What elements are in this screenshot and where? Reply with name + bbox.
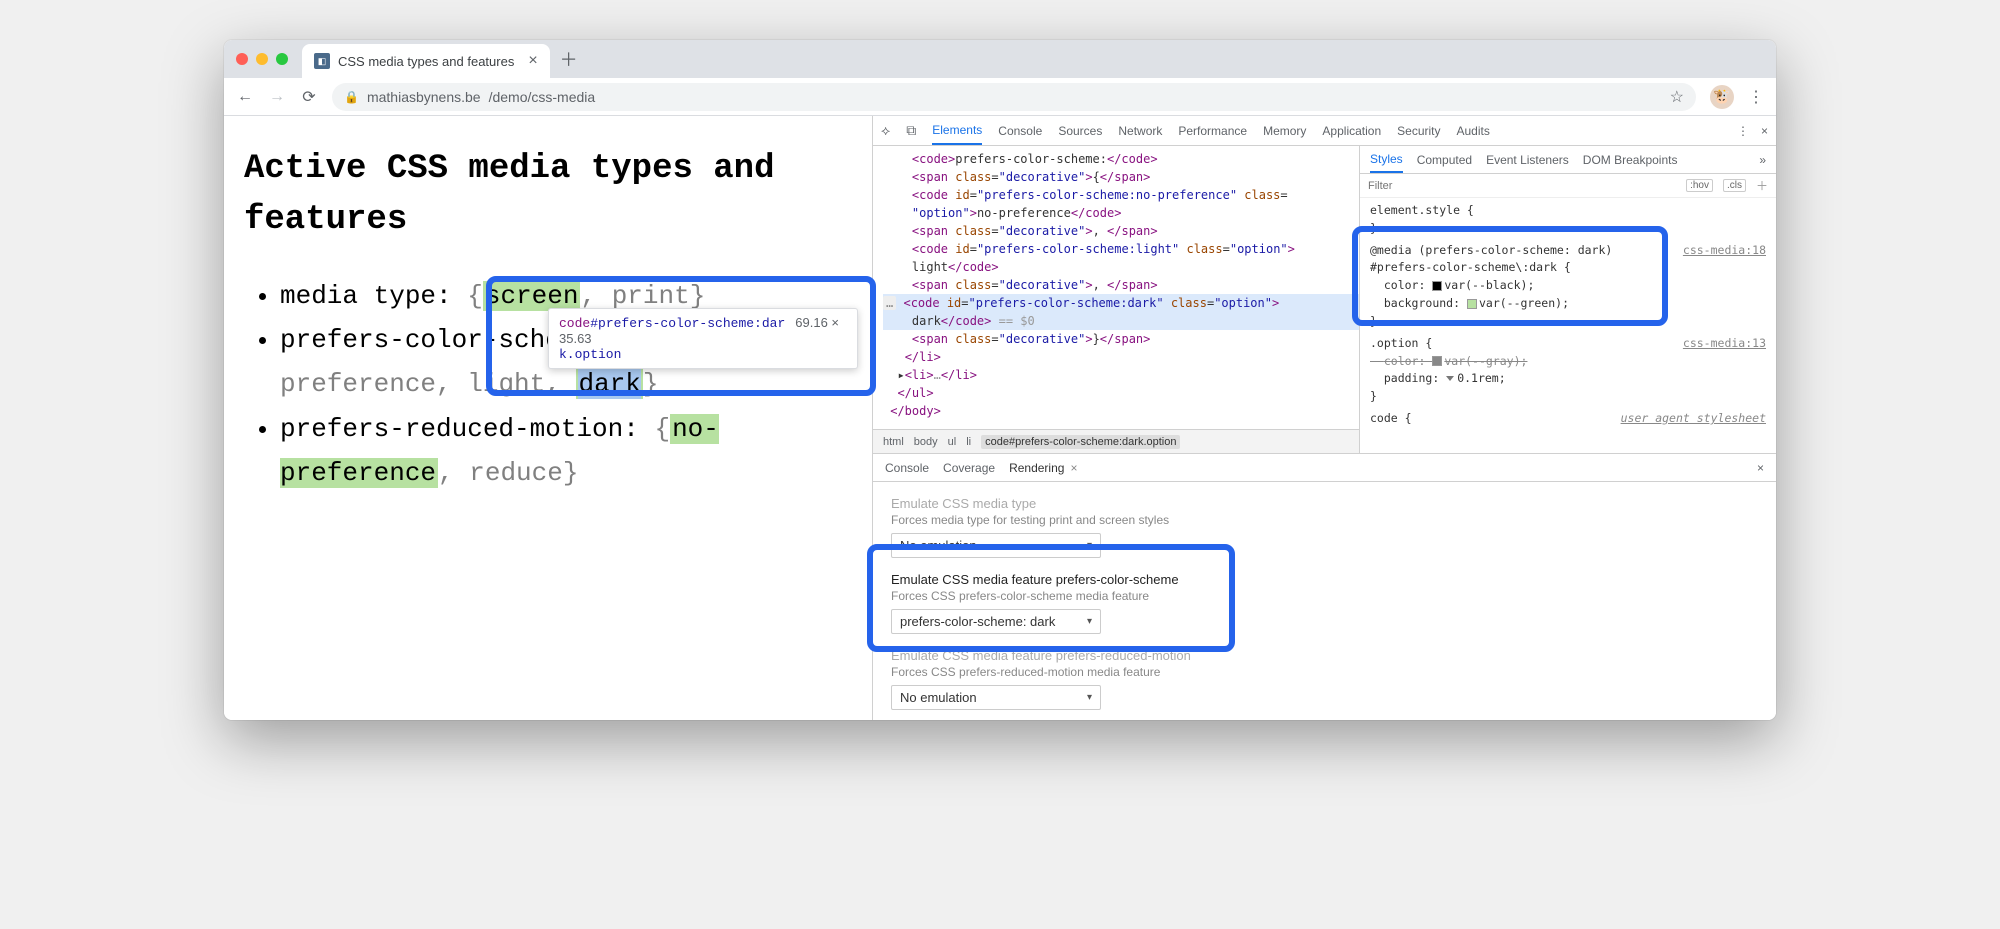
elements-dom-pane[interactable]: <code>prefers-color-scheme:</code> <span… [873, 146, 1360, 453]
tab-memory[interactable]: Memory [1263, 124, 1306, 138]
styles-pane: Styles Computed Event Listeners DOM Brea… [1360, 146, 1776, 453]
tab-title: CSS media types and features [338, 54, 514, 69]
forward-button[interactable]: → [268, 88, 286, 106]
lock-icon: 🔒 [344, 90, 359, 104]
browser-menu-button[interactable]: ⋮ [1748, 87, 1764, 107]
close-tab-button[interactable]: × [528, 52, 537, 70]
prefers-color-scheme-select[interactable]: prefers-color-scheme: dark▾ [891, 609, 1101, 634]
tab-security[interactable]: Security [1397, 124, 1440, 138]
profile-avatar[interactable]: 🐮 [1710, 85, 1734, 109]
devtools-tabs: ⟡ ⧉ Elements Console Sources Network Per… [873, 116, 1776, 146]
drawer-tab-rendering[interactable]: Rendering [1009, 461, 1064, 475]
browser-tab[interactable]: ◧ CSS media types and features × [302, 44, 550, 78]
close-devtools-button[interactable]: × [1761, 124, 1768, 138]
bookmark-star-icon[interactable]: ☆ [1670, 87, 1684, 107]
tab-event-listeners[interactable]: Event Listeners [1486, 153, 1569, 167]
page-viewport: Active CSS media types and features medi… [224, 116, 872, 720]
tab-network[interactable]: Network [1118, 124, 1162, 138]
reload-button[interactable]: ⟳ [300, 87, 318, 107]
drawer-tab-console[interactable]: Console [885, 461, 929, 475]
drawer-tab-coverage[interactable]: Coverage [943, 461, 995, 475]
tab-application[interactable]: Application [1322, 124, 1381, 138]
back-button[interactable]: ← [236, 88, 254, 106]
source-link[interactable]: css-media:13 [1683, 335, 1766, 353]
cls-toggle[interactable]: .cls [1723, 179, 1746, 192]
media-type-select[interactable]: No emulation▾ [891, 533, 1101, 558]
css-rules[interactable]: element.style { } css-media:18 @media (p… [1360, 198, 1776, 432]
close-drawer-tab-button[interactable]: × [1070, 461, 1077, 475]
tab-console[interactable]: Console [998, 124, 1042, 138]
page-heading: Active CSS media types and features [244, 144, 852, 246]
list-item: prefers-reduced-motion: {no-preference, … [280, 407, 852, 495]
new-tab-button[interactable]: ＋ [560, 46, 578, 72]
browser-window: ◧ CSS media types and features × ＋ ← → ⟳… [224, 40, 1776, 720]
inspect-element-icon[interactable]: ⟡ [881, 122, 890, 139]
close-drawer-button[interactable]: × [1757, 461, 1764, 475]
window-controls [236, 53, 288, 65]
devtools-drawer: Console Coverage Rendering × × Emulate C… [873, 453, 1776, 720]
tab-sources[interactable]: Sources [1058, 124, 1102, 138]
prefers-reduced-motion-select[interactable]: No emulation▾ [891, 685, 1101, 710]
devtools: ⟡ ⧉ Elements Console Sources Network Per… [872, 116, 1776, 720]
styles-filter-input[interactable] [1368, 180, 1676, 192]
rendering-section-desc: Forces media type for testing print and … [891, 513, 1758, 527]
omnibox[interactable]: 🔒 mathiasbynens.be/demo/css-media ☆ [332, 83, 1696, 111]
close-window-button[interactable] [236, 53, 248, 65]
tab-styles[interactable]: Styles [1370, 152, 1403, 173]
address-bar: ← → ⟳ 🔒 mathiasbynens.be/demo/css-media … [224, 78, 1776, 116]
tab-audits[interactable]: Audits [1457, 124, 1490, 138]
source-link[interactable]: css-media:18 [1683, 242, 1766, 260]
titlebar: ◧ CSS media types and features × ＋ [224, 40, 1776, 78]
tab-computed[interactable]: Computed [1417, 153, 1472, 167]
rendering-section-desc: Forces CSS prefers-color-scheme media fe… [891, 589, 1758, 603]
rendering-section-heading: Emulate CSS media feature prefers-color-… [891, 572, 1758, 587]
dom-breadcrumb[interactable]: html body ul li code#prefers-color-schem… [873, 429, 1359, 453]
url-host: mathiasbynens.be [367, 89, 481, 105]
favicon-icon: ◧ [314, 53, 330, 69]
devtools-menu-button[interactable]: ⋮ [1737, 124, 1749, 138]
maximize-window-button[interactable] [276, 53, 288, 65]
rendering-section-desc: Forces CSS prefers-reduced-motion media … [891, 665, 1758, 679]
tab-elements[interactable]: Elements [932, 123, 982, 145]
rendering-section-heading: Emulate CSS media type [891, 496, 1758, 511]
device-toolbar-icon[interactable]: ⧉ [906, 122, 916, 139]
element-inspect-tooltip: code#prefers-color-scheme:dar69.16 × 35.… [548, 308, 858, 369]
minimize-window-button[interactable] [256, 53, 268, 65]
url-path: /demo/css-media [489, 89, 596, 105]
hov-toggle[interactable]: :hov [1686, 179, 1713, 192]
tab-performance[interactable]: Performance [1178, 124, 1247, 138]
tab-dom-breakpoints[interactable]: DOM Breakpoints [1583, 153, 1678, 167]
rendering-section-heading: Emulate CSS media feature prefers-reduce… [891, 648, 1758, 663]
new-style-rule-button[interactable]: ＋ [1756, 177, 1768, 194]
